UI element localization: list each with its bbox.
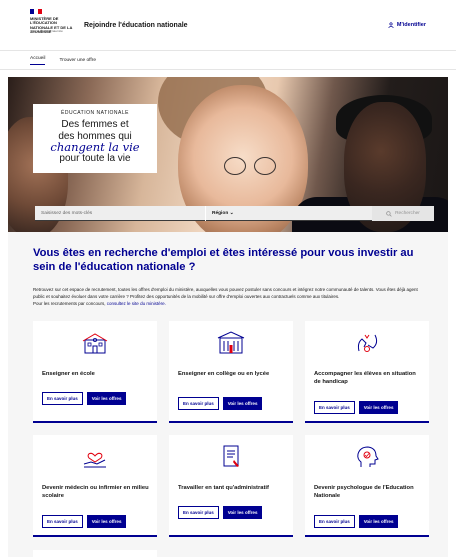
card-actions: En savoir plus Voir les offres bbox=[178, 506, 263, 520]
document-icon bbox=[223, 445, 239, 468]
intro-paragraph: Retrouvez sur cet espace de recrutement,… bbox=[33, 287, 423, 307]
category-card-health[interactable]: Devenir médecin ou infirmier en milieu s… bbox=[33, 435, 157, 538]
search-icon bbox=[386, 210, 392, 217]
learn-more-button[interactable]: En savoir plus bbox=[178, 397, 219, 411]
hero-card: ÉDUCATION NATIONALE Des femmes et des ho… bbox=[33, 104, 157, 173]
learn-more-button[interactable]: En savoir plus bbox=[314, 401, 355, 415]
ministry-logo[interactable]: MINISTÈRE DE L'ÉDUCATION NATIONALE ET DE… bbox=[30, 9, 72, 41]
category-title: Enseigner en collège ou en lycée bbox=[178, 371, 270, 378]
view-offers-button[interactable]: Voir les offres bbox=[86, 392, 127, 406]
site-header: MINISTÈRE DE L'ÉDUCATION NATIONALE ET DE… bbox=[0, 0, 456, 50]
category-title: Devenir psychologue de l'Education Natio… bbox=[314, 485, 414, 499]
category-title: Enseigner en école bbox=[42, 371, 95, 378]
category-card-secondary[interactable]: Enseigner en collège ou en lycée En savo… bbox=[169, 321, 293, 424]
helping-hand-icon bbox=[357, 335, 378, 353]
category-card-school[interactable]: Enseigner en école En savoir plus Voir l… bbox=[33, 321, 157, 424]
ministry-site-link[interactable]: consultez le site du ministère. bbox=[107, 301, 166, 306]
hero-line-3: pour toute la vie bbox=[59, 153, 131, 164]
learn-more-button[interactable]: En savoir plus bbox=[42, 392, 83, 406]
learn-more-button[interactable]: En savoir plus bbox=[178, 506, 219, 520]
hero-photo-glasses-left bbox=[224, 157, 246, 175]
card-actions: En savoir plus Voir les offres bbox=[42, 392, 127, 406]
hero-eyebrow: ÉDUCATION NATIONALE bbox=[61, 110, 129, 116]
hero-banner: ÉDUCATION NATIONALE Des femmes et des ho… bbox=[8, 77, 448, 232]
category-card-partial[interactable] bbox=[33, 550, 157, 557]
nav-item-find-offer[interactable]: Trouver une offre bbox=[59, 58, 96, 63]
hero-photo-glasses-right bbox=[254, 157, 276, 175]
view-offers-button[interactable]: Voir les offres bbox=[222, 506, 263, 520]
category-title: Devenir médecin ou infirmier en milieu s… bbox=[42, 485, 149, 499]
category-title: Accompagner les élèves en situation de h… bbox=[314, 371, 416, 385]
card-actions: En savoir plus Voir les offres bbox=[314, 515, 399, 529]
intro-text: Retrouvez sur cet espace de recrutement,… bbox=[33, 287, 418, 299]
view-offers-button[interactable]: Voir les offres bbox=[358, 401, 399, 415]
card-actions: En savoir plus Voir les offres bbox=[178, 397, 263, 411]
site-title[interactable]: Rejoindre l'éducation nationale bbox=[84, 22, 188, 29]
learn-more-button[interactable]: En savoir plus bbox=[314, 515, 355, 529]
view-offers-button[interactable]: Voir les offres bbox=[222, 397, 263, 411]
offer-categories: Enseigner en école En savoir plus Voir l… bbox=[33, 321, 429, 538]
card-actions: En savoir plus Voir les offres bbox=[314, 401, 399, 415]
heart-hand-icon bbox=[83, 453, 106, 468]
logo-motto: Liberté Égalité Fraternité bbox=[30, 29, 63, 33]
head-icon bbox=[357, 446, 379, 468]
category-card-administrative[interactable]: Travailler en tant qu'administratif En s… bbox=[169, 435, 293, 538]
main-nav: Accueil Trouver une offre bbox=[0, 50, 456, 70]
category-title: Travailler en tant qu'administratif bbox=[178, 485, 269, 492]
view-offers-button[interactable]: Voir les offres bbox=[86, 515, 127, 529]
search-button-label: Rechercher bbox=[395, 211, 420, 216]
view-offers-button[interactable]: Voir les offres bbox=[358, 515, 399, 529]
user-icon bbox=[388, 22, 394, 28]
flag-icon bbox=[30, 9, 42, 14]
search-button[interactable]: Rechercher bbox=[372, 206, 434, 221]
search-bar: Saisissez des mots-clés Région ⌄ Recherc… bbox=[35, 206, 434, 221]
hero-line-1: Des femmes et bbox=[61, 119, 129, 130]
card-actions: En savoir plus Voir les offres bbox=[42, 515, 127, 529]
school-icon bbox=[82, 333, 108, 354]
page-title: Vous êtes en recherche d'emploi et êtes … bbox=[33, 247, 414, 273]
nav-item-home[interactable]: Accueil bbox=[30, 56, 46, 65]
category-card-disability[interactable]: Accompagner les élèves en situation de h… bbox=[305, 321, 429, 424]
building-icon bbox=[217, 331, 245, 354]
keywords-input[interactable]: Saisissez des mots-clés bbox=[35, 206, 205, 221]
login-label: M'identifier bbox=[396, 22, 426, 28]
category-card-psychologist[interactable]: Devenir psychologue de l'Education Natio… bbox=[305, 435, 429, 538]
hero-script: changent la vie bbox=[50, 140, 140, 154]
login-link[interactable]: M'identifier bbox=[388, 22, 426, 28]
intro-concours-text: Pour les recrutements par concours, bbox=[33, 300, 107, 306]
region-select[interactable]: Région ⌄ bbox=[206, 206, 372, 221]
main-content: Vous êtes en recherche d'emploi et êtes … bbox=[8, 232, 448, 557]
learn-more-button[interactable]: En savoir plus bbox=[42, 515, 83, 529]
